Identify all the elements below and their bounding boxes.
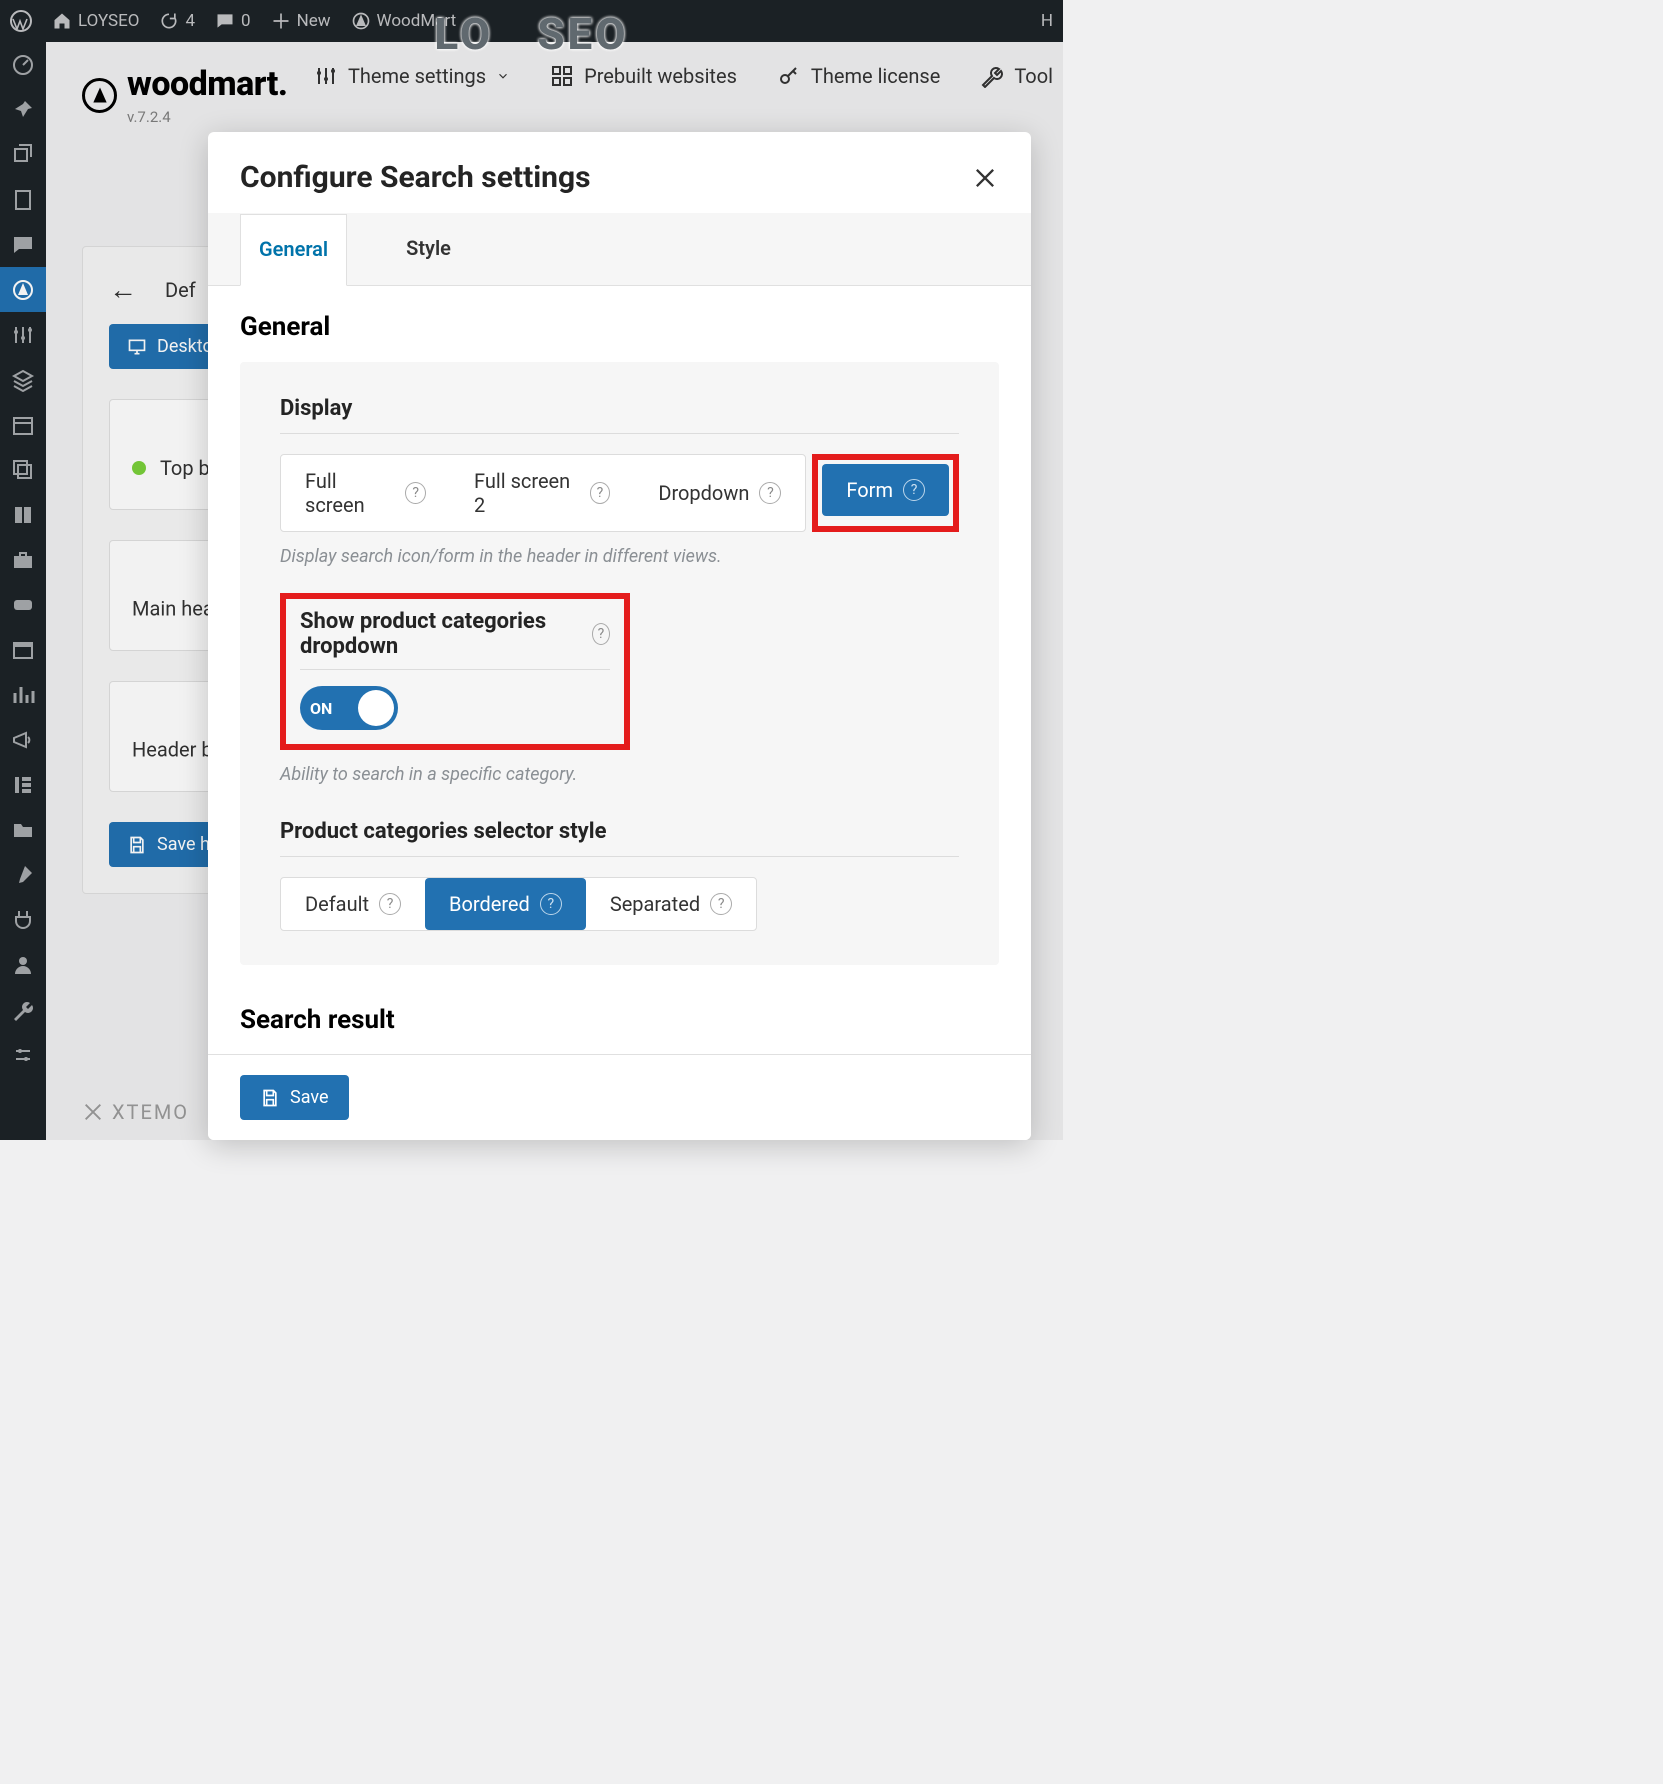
categories-toggle-title: Show product categories dropdown xyxy=(300,609,584,659)
section-search-result-heading: Search result xyxy=(240,1005,999,1035)
tab-general[interactable]: General xyxy=(240,214,347,286)
divider xyxy=(300,669,610,670)
divider xyxy=(280,856,959,857)
save-icon xyxy=(260,1088,280,1108)
loyseo-watermark: LO SEO xyxy=(434,8,628,60)
help-icon[interactable]: ? xyxy=(590,482,611,504)
help-icon[interactable]: ? xyxy=(592,623,610,645)
search-settings-dialog: Configure Search settings General Style … xyxy=(208,132,1031,1140)
help-icon[interactable]: ? xyxy=(405,482,426,504)
highlight-form-option: Form ? xyxy=(812,454,959,532)
switch-knob xyxy=(358,690,394,726)
help-icon[interactable]: ? xyxy=(379,893,401,915)
display-option-fullscreen[interactable]: Full screen ? xyxy=(281,455,450,531)
display-option-fullscreen2[interactable]: Full screen 2 ? xyxy=(450,455,634,531)
display-option-dropdown[interactable]: Dropdown ? xyxy=(634,455,805,531)
display-title: Display xyxy=(280,396,959,421)
help-icon[interactable]: ? xyxy=(710,893,732,915)
dialog-footer: Save xyxy=(208,1054,1031,1140)
display-option-group: Full screen ? Full screen 2 ? Dropdown ? xyxy=(280,454,959,532)
selector-style-bordered[interactable]: Bordered ? xyxy=(425,878,586,930)
selector-style-title: Product categories selector style xyxy=(280,819,959,844)
help-icon[interactable]: ? xyxy=(903,479,925,501)
dialog-close-button[interactable] xyxy=(971,164,999,192)
display-hint: Display search icon/form in the header i… xyxy=(280,546,959,567)
display-option-form[interactable]: Form ? xyxy=(822,464,949,516)
general-section-card: Display Full screen ? Full screen 2 ? xyxy=(240,362,999,965)
categories-toggle-switch[interactable]: ON xyxy=(300,686,398,730)
tab-style[interactable]: Style xyxy=(387,213,470,285)
categories-toggle-hint: Ability to search in a specific category… xyxy=(280,764,959,785)
section-general-heading: General xyxy=(240,312,999,342)
dialog-body: General Display Full screen ? Full scree… xyxy=(208,286,1031,1054)
dialog-save-button[interactable]: Save xyxy=(240,1075,349,1120)
dialog-header: Configure Search settings xyxy=(208,132,1031,213)
close-icon xyxy=(971,164,999,192)
help-icon[interactable]: ? xyxy=(759,482,781,504)
highlight-categories-toggle: Show product categories dropdown ? ON xyxy=(280,593,959,750)
selector-style-option-group: Default ? Bordered ? Separated ? xyxy=(280,877,757,931)
dialog-tabs: General Style xyxy=(208,213,1031,286)
help-icon[interactable]: ? xyxy=(540,893,562,915)
divider xyxy=(280,433,959,434)
selector-style-default[interactable]: Default ? xyxy=(281,878,425,930)
leaf-icon xyxy=(493,12,537,56)
dialog-title: Configure Search settings xyxy=(240,160,591,195)
selector-style-separated[interactable]: Separated ? xyxy=(586,878,756,930)
